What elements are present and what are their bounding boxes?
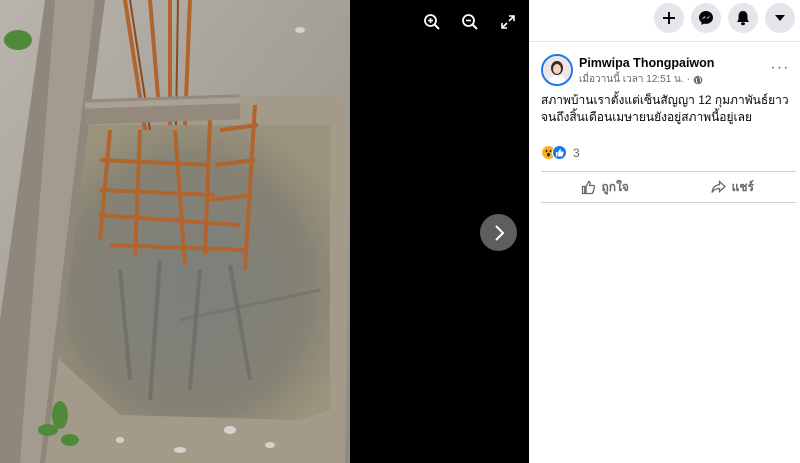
like-label: ถูกใจ — [601, 179, 629, 194]
photo-viewer — [0, 0, 529, 463]
globe-icon[interactable] — [693, 75, 703, 85]
divider — [541, 171, 796, 172]
messenger-icon — [699, 11, 713, 25]
top-bar — [529, 0, 800, 42]
caret-down-icon — [775, 15, 785, 21]
reaction-count: 3 — [573, 145, 580, 160]
bell-icon — [737, 11, 749, 26]
zoom-in-icon[interactable] — [418, 10, 446, 34]
post-meta: เมื่อวานนี้ เวลา 12:51 น. · — [579, 72, 703, 87]
fullscreen-icon[interactable] — [494, 10, 522, 34]
post-actions: ถูกใจ แชร์ — [541, 174, 796, 200]
post-header: Pimwipa Thongpaiwon เมื่อวานนี้ เวลา 12:… — [541, 54, 791, 88]
avatar[interactable] — [541, 54, 573, 86]
thumbs-up-icon — [581, 180, 595, 194]
notifications-button[interactable] — [728, 3, 758, 33]
timestamp[interactable]: เมื่อวานนี้ เวลา 12:51 น. — [579, 72, 684, 87]
meta-separator: · — [686, 74, 691, 85]
reactions-summary[interactable]: 3 — [541, 145, 580, 160]
like-reaction-icon — [552, 145, 567, 160]
share-icon — [710, 180, 726, 193]
next-photo-button[interactable] — [480, 214, 517, 251]
author-name[interactable]: Pimwipa Thongpaiwon — [579, 56, 714, 70]
create-button[interactable] — [654, 3, 684, 33]
messenger-button[interactable] — [691, 3, 721, 33]
divider — [541, 202, 796, 203]
post-photo — [0, 0, 350, 463]
post-panel: Pimwipa Thongpaiwon เมื่อวานนี้ เวลา 12:… — [529, 0, 800, 463]
chevron-right-icon — [494, 224, 504, 241]
viewer-toolbar — [418, 10, 522, 34]
share-button[interactable]: แชร์ — [669, 174, 797, 200]
like-button[interactable]: ถูกใจ — [541, 174, 669, 200]
account-menu-button[interactable] — [765, 3, 795, 33]
post-text: สภาพบ้านเราตั้งแต่เซ็นสัญญา 12 กุมภาพันธ… — [541, 93, 789, 124]
zoom-out-icon[interactable] — [456, 10, 484, 34]
share-label: แชร์ — [731, 179, 754, 194]
plus-icon — [663, 12, 675, 24]
post-options-button[interactable]: ··· — [767, 58, 793, 78]
